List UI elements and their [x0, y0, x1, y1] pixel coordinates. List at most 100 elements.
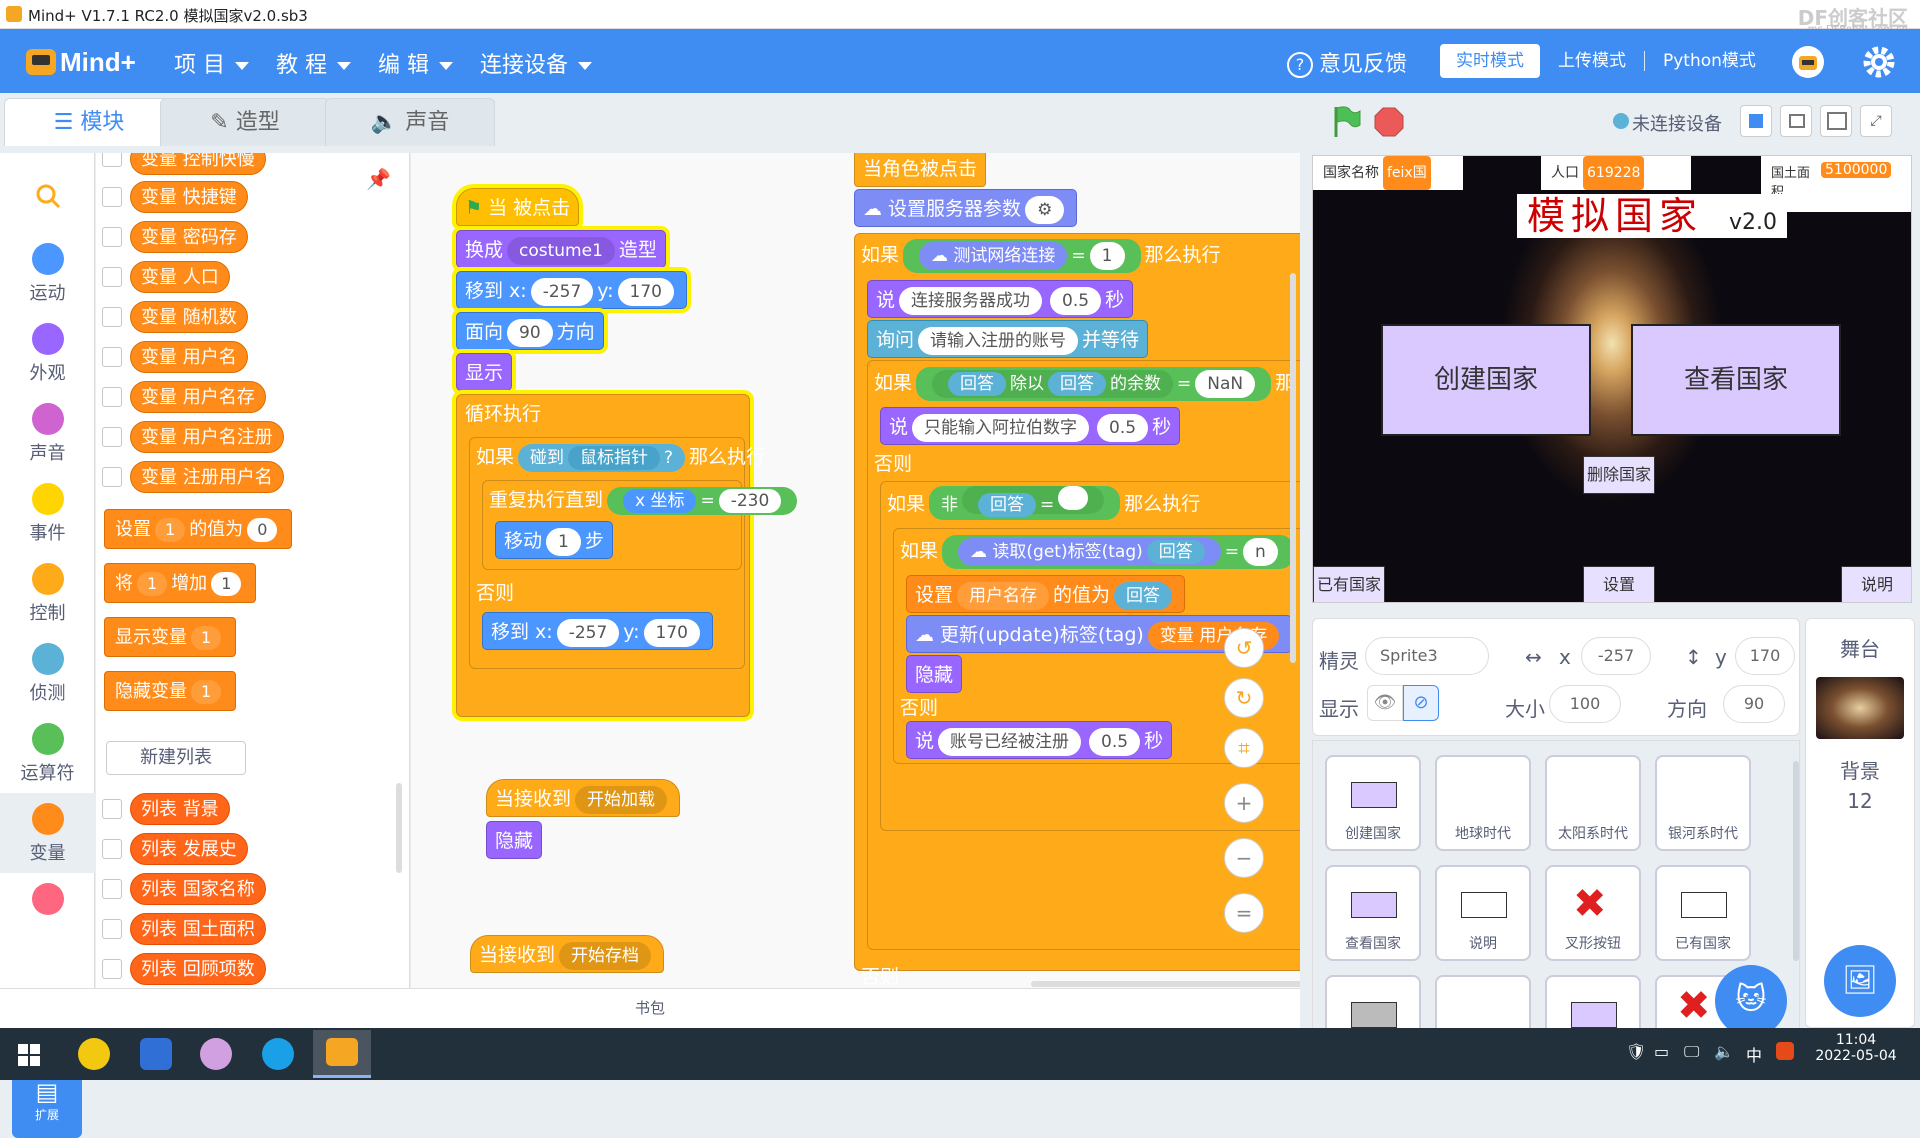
- palette-list-block[interactable]: 列表 背景: [130, 793, 230, 825]
- mode-python[interactable]: Python模式: [1645, 44, 1774, 78]
- mode-upload[interactable]: 上传模式: [1540, 44, 1644, 78]
- costume-dropdown[interactable]: costume1: [507, 237, 615, 265]
- category-motion[interactable]: 运动: [0, 243, 95, 305]
- menu-connect-device[interactable]: 连接设备: [480, 47, 593, 79]
- zoom-in-icon[interactable]: +: [1224, 783, 1264, 823]
- gear-icon[interactable]: ⚙: [1025, 196, 1065, 224]
- sprite-tile[interactable]: 太阳系时代: [1545, 755, 1641, 851]
- sprite-tile[interactable]: 说明: [1435, 865, 1531, 961]
- palette-var-block[interactable]: 变量 密码存: [130, 221, 248, 253]
- equals-block[interactable]: ☁ 测试网络连接 = 1: [903, 239, 1141, 273]
- zoom-out-icon[interactable]: −: [1224, 838, 1264, 878]
- eye-off-icon[interactable]: ⊘: [1403, 685, 1439, 721]
- set-server-params-block[interactable]: ☁ 设置服务器参数 ⚙: [854, 189, 1078, 227]
- secs-input[interactable]: 0.5: [1097, 414, 1149, 442]
- normal-stage-icon[interactable]: [1780, 105, 1812, 137]
- hide-block[interactable]: 隐藏: [486, 821, 543, 859]
- when-receive-hat[interactable]: 当接收到 开始加载: [486, 779, 681, 817]
- sprite-tile[interactable]: 银河系时代: [1655, 755, 1751, 851]
- edge-browser-icon[interactable]: [262, 1038, 294, 1070]
- backpack[interactable]: 书包: [0, 988, 1300, 1028]
- user-avatar-icon[interactable]: [1791, 45, 1825, 79]
- pin-icon[interactable]: 📌: [366, 167, 391, 191]
- var-dropdown[interactable]: 1: [137, 572, 168, 596]
- palette-var-block[interactable]: 变量 注册用户名: [130, 461, 284, 493]
- x-input[interactable]: -257: [530, 278, 594, 306]
- instructions-button[interactable]: 说明: [1841, 566, 1911, 602]
- category-search[interactable]: [0, 183, 95, 214]
- when-receive-hat[interactable]: 当接收到 开始存档: [470, 935, 665, 973]
- sprite-list-scrollbar[interactable]: [1793, 761, 1799, 961]
- checkbox[interactable]: [102, 387, 122, 407]
- touching-dropdown[interactable]: 鼠标指针: [568, 446, 661, 470]
- palette-hide-var-block[interactable]: 隐藏变量 1: [104, 671, 237, 711]
- extension-button[interactable]: ▤ 扩展: [12, 1070, 82, 1138]
- answer-reporter[interactable]: 回答: [948, 372, 1007, 396]
- ask-and-wait-block[interactable]: 询问 请输入注册的账号 并等待: [867, 320, 1149, 358]
- value-input[interactable]: 1: [211, 572, 242, 596]
- var-dropdown[interactable]: 1: [191, 680, 222, 704]
- checkbox[interactable]: [102, 427, 122, 447]
- answer-reporter[interactable]: 回答: [1114, 582, 1173, 610]
- y-input[interactable]: 170: [617, 278, 674, 306]
- view-country-button[interactable]: 查看国家: [1631, 324, 1841, 436]
- show-block[interactable]: 显示: [456, 353, 513, 391]
- palette-var-block[interactable]: 变量 用户名注册: [130, 421, 284, 453]
- not-block[interactable]: 非回答 =: [929, 486, 1121, 520]
- sprite-tile[interactable]: [1325, 975, 1421, 1029]
- stop-icon[interactable]: [1374, 107, 1404, 137]
- text-input[interactable]: 只能输入阿拉伯数字: [912, 414, 1090, 442]
- volume-icon[interactable]: 🔈: [1714, 1042, 1734, 1061]
- steps-input[interactable]: 1: [546, 528, 581, 556]
- zoom-reset-icon[interactable]: =: [1224, 893, 1264, 933]
- network-icon[interactable]: 🖵: [1684, 1042, 1699, 1062]
- switch-costume-block[interactable]: 换成 costume1 造型: [456, 230, 666, 268]
- size-input[interactable]: 100: [1549, 685, 1621, 723]
- palette-set-var-block[interactable]: 设置 1 的值为 0: [104, 509, 293, 549]
- menu-edit[interactable]: 编 辑: [378, 47, 453, 79]
- checkbox[interactable]: [102, 959, 122, 979]
- category-variables[interactable]: 变量: [0, 793, 95, 873]
- script-workspace[interactable]: ⚑ 当 被点击 换成 costume1 造型 移到 x: -257 y: 170 面向 90…: [411, 153, 1300, 988]
- say-for-secs-block[interactable]: 说账号已经被注册 0.5 秒: [906, 721, 1173, 759]
- checkbox[interactable]: [102, 347, 122, 367]
- direction-input[interactable]: 90: [507, 319, 553, 347]
- palette-var-block[interactable]: 变量 用户名: [130, 341, 248, 373]
- var-dropdown[interactable]: 1: [191, 626, 222, 650]
- equals-block[interactable]: 回答 =: [962, 486, 1105, 517]
- repeat-until-block[interactable]: 重复执行直到 x 坐标 = -230 移动 1 步: [482, 480, 798, 570]
- direction-input[interactable]: 90: [1723, 685, 1785, 723]
- forever-block[interactable]: 循环执行 如果 碰到 鼠标指针? 那么执行 重复执行直到 x 坐标 = -230 移动 1 步 …: [456, 394, 798, 717]
- sprite-tile[interactable]: [1545, 975, 1641, 1029]
- get-tag-reporter[interactable]: ☁ 读取(get)标签(tag) 回答: [958, 538, 1221, 566]
- add-sprite-icon[interactable]: 🐱: [1715, 965, 1787, 1029]
- move-steps-block[interactable]: 移动 1 步: [495, 521, 613, 559]
- workspace-vscrollbar[interactable]: [1290, 273, 1296, 663]
- secs-input[interactable]: 0.5: [1050, 287, 1102, 315]
- sprite-tile[interactable]: 创建国家: [1325, 755, 1421, 851]
- checkbox[interactable]: [102, 307, 122, 327]
- clock[interactable]: 11:04 2022-05-04: [1806, 1032, 1906, 1064]
- palette-var-block[interactable]: 变量 用户名存: [130, 381, 266, 413]
- palette-var-block[interactable]: 变量 随机数: [130, 301, 248, 333]
- fullscreen-icon[interactable]: ⤢: [1860, 105, 1892, 137]
- y-input[interactable]: 170: [643, 619, 700, 647]
- menu-tutorial[interactable]: 教 程: [276, 47, 351, 79]
- palette-list-block[interactable]: 列表 国家名称: [130, 873, 266, 905]
- redo-icon[interactable]: ↻: [1224, 678, 1264, 718]
- palette-show-var-block[interactable]: 显示变量 1: [104, 617, 237, 657]
- checkbox[interactable]: [102, 467, 122, 487]
- hide-block[interactable]: 隐藏: [906, 655, 963, 693]
- stage-selector[interactable]: 舞台 背景 12 🖼: [1805, 618, 1915, 1028]
- say-for-secs-block[interactable]: 说连接服务器成功 0.5 秒: [867, 280, 1134, 318]
- equals-block[interactable]: x 坐标 = -230: [607, 487, 798, 515]
- undo-icon[interactable]: ↺: [1224, 628, 1264, 668]
- variable-dropdown[interactable]: 用户名存: [957, 582, 1050, 610]
- palette-scrollbar[interactable]: [396, 783, 402, 873]
- palette-var-block[interactable]: 变量 控制快慢: [130, 153, 266, 175]
- if-else-block[interactable]: 如果 碰到 鼠标指针? 那么执行 重复执行直到 x 坐标 = -230 移动 1 步 否则 移到…: [469, 437, 798, 669]
- palette-list-block[interactable]: 列表 国土面积: [130, 913, 266, 945]
- add-backdrop-icon[interactable]: 🖼: [1824, 945, 1896, 1017]
- tab-costumes[interactable]: ✎ 造型: [160, 98, 330, 146]
- answer-reporter[interactable]: 回答: [1048, 372, 1107, 396]
